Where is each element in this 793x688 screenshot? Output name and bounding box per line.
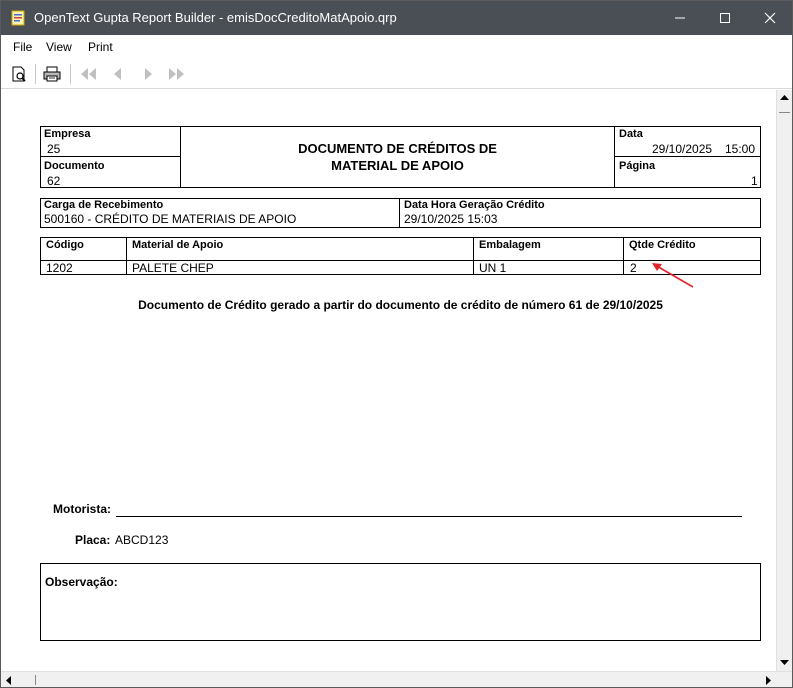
maximize-button[interactable] [702, 1, 748, 35]
header-divider [614, 126, 615, 188]
menu-view[interactable]: View [46, 40, 72, 54]
report-builder-window: OpenText Gupta Report Builder - emisDocC… [0, 0, 793, 688]
print-preview-button[interactable] [8, 64, 30, 84]
data-label: Data [619, 128, 643, 140]
menu-bar: File View Print [1, 35, 792, 59]
next-page-button[interactable] [137, 64, 159, 84]
red-arrow-annotation [652, 263, 694, 288]
cell-qtde: 2 [630, 261, 637, 275]
table-header-material: Material de Apoio [132, 239, 224, 251]
print-preview-icon [12, 66, 26, 82]
toolbar [1, 59, 792, 89]
first-page-button[interactable] [77, 64, 99, 84]
vertical-scroll-thumb[interactable] [779, 112, 790, 124]
last-page-icon [169, 68, 184, 80]
toolbar-separator [70, 64, 71, 84]
motorista-label: Motorista: [53, 502, 111, 516]
data-value: 29/10/2025 [652, 142, 713, 156]
carga-label: Carga de Recebimento [44, 199, 164, 211]
cell-embalagem: UN 1 [479, 261, 507, 275]
scroll-down-icon[interactable] [780, 659, 789, 666]
header-divider [614, 156, 761, 157]
horizontal-scroll-thumb[interactable] [35, 675, 36, 685]
scroll-up-icon[interactable] [780, 94, 789, 101]
report-title-line1: DOCUMENTO DE CRÉDITOS DE [298, 141, 497, 156]
header-divider [40, 156, 181, 157]
carga-divider [399, 198, 400, 228]
carga-value: 500160 - CRÉDITO DE MATERIAIS DE APOIO [44, 212, 297, 226]
empresa-label: Empresa [44, 128, 91, 140]
documento-label: Documento [44, 160, 105, 172]
pagina-label: Página [619, 160, 656, 172]
scroll-left-icon[interactable] [5, 676, 12, 685]
minimize-button[interactable] [657, 1, 703, 35]
report-page: Empresa 25 Documento 62 DOCUMENTO DE CRÉ… [1, 90, 776, 671]
motorista-signature-line [116, 516, 742, 517]
next-page-icon [145, 68, 152, 80]
credit-note: Documento de Crédito gerado a partir do … [138, 298, 663, 312]
table-header-qtde: Qtde Crédito [629, 239, 696, 251]
observacao-box [40, 563, 761, 641]
cell-codigo: 1202 [46, 261, 73, 275]
printer-icon [43, 66, 61, 82]
previous-page-button[interactable] [107, 64, 129, 84]
datahora-value: 29/10/2025 15:03 [404, 212, 498, 226]
report-title-line2: MATERIAL DE APOIO [331, 158, 464, 173]
menu-print[interactable]: Print [88, 40, 113, 54]
documento-value: 62 [47, 174, 61, 188]
cell-material: PALETE CHEP [132, 261, 214, 275]
table-divider [473, 237, 474, 275]
placa-value: ABCD123 [115, 533, 169, 547]
last-page-button[interactable] [166, 64, 188, 84]
close-button[interactable] [747, 1, 792, 35]
horizontal-scrollbar[interactable] [1, 671, 792, 687]
table-divider [623, 237, 624, 275]
previous-page-icon [114, 68, 121, 80]
vertical-scrollbar[interactable] [776, 90, 792, 671]
pagina-value: 1 [751, 174, 758, 188]
table-header-embalagem: Embalagem [479, 239, 541, 251]
table-header-codigo: Código [46, 239, 84, 251]
empresa-value: 25 [47, 142, 61, 156]
maximize-icon [720, 13, 730, 23]
observacao-label: Observação: [45, 575, 118, 589]
minimize-icon [675, 17, 685, 19]
report-app-icon [11, 10, 25, 26]
hora-value: 15:00 [725, 142, 756, 156]
menu-file[interactable]: File [13, 40, 32, 54]
close-icon [764, 12, 776, 24]
scroll-right-icon[interactable] [765, 676, 772, 685]
window-title: OpenText Gupta Report Builder - emisDocC… [34, 10, 397, 25]
placa-label: Placa: [75, 533, 111, 547]
datahora-label: Data Hora Geração Crédito [404, 199, 545, 211]
first-page-icon [81, 68, 96, 80]
print-button[interactable] [41, 64, 63, 84]
toolbar-separator [35, 64, 36, 84]
table-divider [126, 237, 127, 275]
report-title: DOCUMENTO DE CRÉDITOS DE MATERIAL DE APO… [181, 140, 614, 174]
title-bar: OpenText Gupta Report Builder - emisDocC… [1, 1, 792, 35]
